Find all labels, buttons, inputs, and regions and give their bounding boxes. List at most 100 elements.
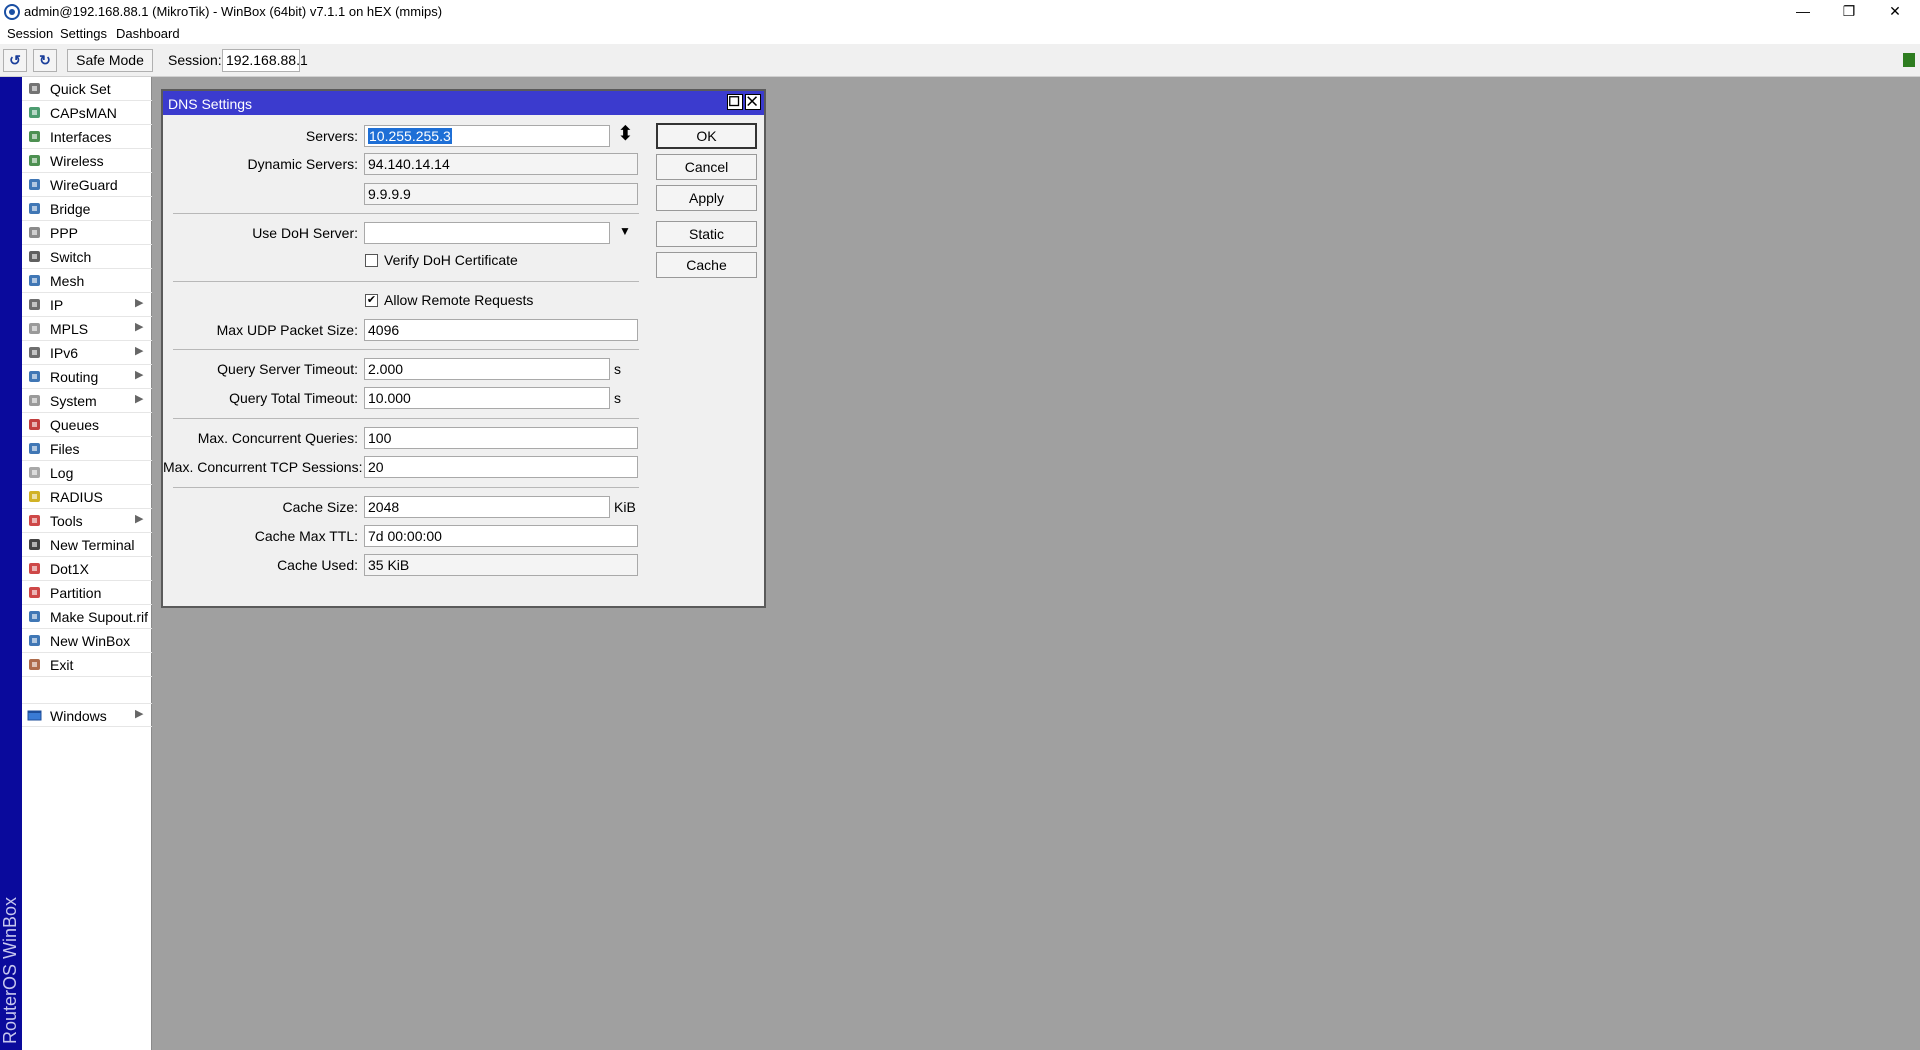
sidebar-item-system[interactable]: System ▶ <box>22 389 152 413</box>
interfaces-icon <box>29 131 40 142</box>
sidebar-item-capsman[interactable]: CAPsMAN <box>22 101 152 125</box>
submenu-arrow-icon: ▶ <box>135 369 144 381</box>
separator <box>173 487 639 488</box>
files-icon <box>29 443 40 454</box>
submenu-arrow-icon: ▶ <box>135 513 144 525</box>
servers-value: 10.255.255.3 <box>368 128 452 144</box>
radius-icon <box>29 491 40 502</box>
cache-size-input[interactable]: 2048 <box>364 496 610 518</box>
separator <box>173 281 639 282</box>
sidebar-item-label: IPv6 <box>50 345 79 361</box>
safe-mode-button[interactable]: Safe Mode <box>67 49 153 72</box>
sidebar-item-ppp[interactable]: PPP <box>22 221 152 245</box>
sidebar-item-routing[interactable]: Routing ▶ <box>22 365 152 389</box>
routing-icon <box>29 371 40 382</box>
cancel-button[interactable]: Cancel <box>656 154 757 180</box>
dialog-close-icon[interactable] <box>745 94 761 110</box>
doh-server-input[interactable] <box>364 222 610 244</box>
sidebar-item-interfaces[interactable]: Interfaces <box>22 125 152 149</box>
query-total-timeout-label: Query Total Timeout: <box>229 390 358 406</box>
sidebar-item-label: Mesh <box>50 273 85 289</box>
sidebar-item-label: RADIUS <box>50 489 103 505</box>
restore-button[interactable]: ❐ <box>1826 0 1872 24</box>
sidebar-item-radius[interactable]: RADIUS <box>22 485 152 509</box>
sidebar-item-mpls[interactable]: MPLS ▶ <box>22 317 152 341</box>
sidebar-item-new-winbox[interactable]: New WinBox <box>22 629 152 653</box>
sidebar-item-partition[interactable]: Partition <box>22 581 152 605</box>
sidebar-item-label: Quick Set <box>50 81 111 97</box>
sidebar-item-dot1x[interactable]: Dot1X <box>22 557 152 581</box>
session-label: Session: <box>168 52 222 68</box>
sidebar-item-tools[interactable]: Tools ▶ <box>22 509 152 533</box>
sidebar-item-wireless[interactable]: Wireless <box>22 149 152 173</box>
cache-max-ttl-input[interactable]: 7d 00:00:00 <box>364 525 638 547</box>
menu-settings[interactable]: Settings <box>60 26 107 41</box>
max-concurrent-tcp-input[interactable]: 20 <box>364 456 638 478</box>
sidebar-item-files[interactable]: Files <box>22 437 152 461</box>
query-server-timeout-unit: s <box>614 361 621 377</box>
sidebar-item-queues[interactable]: Queues <box>22 413 152 437</box>
menu-dashboard[interactable]: Dashboard <box>116 26 180 41</box>
dot1x-icon <box>29 563 40 574</box>
cache-button[interactable]: Cache <box>656 252 757 278</box>
sidebar-item-windows[interactable]: Windows ▶ <box>22 703 152 727</box>
sidebar-item-bridge[interactable]: Bridge <box>22 197 152 221</box>
verify-doh-checkbox[interactable] <box>365 254 378 267</box>
sidebar-item-label: Routing <box>50 369 99 385</box>
sidebar-item-ipv6[interactable]: IPv6 ▶ <box>22 341 152 365</box>
submenu-arrow-icon: ▶ <box>135 708 144 720</box>
ip-icon <box>29 299 40 310</box>
updown-arrows-icon[interactable]: ⬍ <box>617 124 634 144</box>
sidebar-item-quick-set[interactable]: Quick Set <box>22 77 152 101</box>
sidebar-item-exit[interactable]: Exit <box>22 653 152 677</box>
max-concurrent-queries-label: Max. Concurrent Queries: <box>197 430 358 446</box>
system-icon <box>29 395 40 406</box>
query-total-timeout-unit: s <box>614 390 621 406</box>
apply-button[interactable]: Apply <box>656 185 757 211</box>
allow-remote-checkbox[interactable]: ✔ <box>365 294 378 307</box>
separator <box>173 213 639 214</box>
redo-button[interactable]: ↻ <box>33 49 57 72</box>
cache-max-ttl-label: Cache Max TTL: <box>254 528 358 544</box>
max-udp-label: Max UDP Packet Size: <box>216 322 358 338</box>
tools-icon <box>29 515 40 526</box>
sidebar-item-wireguard[interactable]: WireGuard <box>22 173 152 197</box>
static-button[interactable]: Static <box>656 221 757 247</box>
sidebar-item-log[interactable]: Log <box>22 461 152 485</box>
terminal-icon <box>29 539 40 550</box>
menu-session[interactable]: Session <box>7 26 53 41</box>
ok-button[interactable]: OK <box>656 123 757 149</box>
side-menu: Quick Set CAPsMAN Interfaces Wireless WireGu… <box>22 77 152 1050</box>
exit-icon <box>29 659 40 670</box>
dynamic-server-2: 9.9.9.9 <box>364 183 638 205</box>
sidebar-item-mesh[interactable]: Mesh <box>22 269 152 293</box>
minimize-button[interactable]: — <box>1780 0 1826 24</box>
vertical-brand-text: RouterOS WinBox <box>0 896 20 1044</box>
undo-button[interactable]: ↺ <box>3 49 27 72</box>
window-title: admin@192.168.88.1 (MikroTik) - WinBox (… <box>24 4 443 19</box>
wireless-icon <box>29 155 40 166</box>
sidebar-item-label: Files <box>50 441 80 457</box>
dns-window-title: DNS Settings <box>168 96 253 112</box>
max-concurrent-tcp-label: Max. Concurrent TCP Sessions: <box>163 459 363 475</box>
sidebar-item-switch[interactable]: Switch <box>22 245 152 269</box>
servers-label: Servers: <box>305 128 358 144</box>
query-server-timeout-input[interactable]: 2.000 <box>364 358 610 380</box>
max-concurrent-queries-input[interactable]: 100 <box>364 427 638 449</box>
sidebar-item-label: Partition <box>50 585 102 601</box>
sidebar-item-make-supout-rif[interactable]: Make Supout.rif <box>22 605 152 629</box>
close-button[interactable]: ✕ <box>1872 0 1918 24</box>
dialog-maximize-icon[interactable] <box>727 94 743 110</box>
capsman-icon <box>29 107 40 118</box>
max-udp-input[interactable]: 4096 <box>364 319 638 341</box>
sidebar-item-label: IP <box>50 297 64 313</box>
sidebar-item-new-terminal[interactable]: New Terminal <box>22 533 152 557</box>
sidebar-item-ip[interactable]: IP ▶ <box>22 293 152 317</box>
dropdown-arrow-icon[interactable]: ▼ <box>619 224 631 238</box>
submenu-arrow-icon: ▶ <box>135 321 144 333</box>
dns-window-titlebar[interactable]: DNS Settings <box>163 91 764 115</box>
query-total-timeout-input[interactable]: 10.000 <box>364 387 610 409</box>
servers-input[interactable]: 10.255.255.3 <box>364 125 610 147</box>
sidebar-item-label: Make Supout.rif <box>50 609 149 625</box>
partition-icon <box>29 587 40 598</box>
